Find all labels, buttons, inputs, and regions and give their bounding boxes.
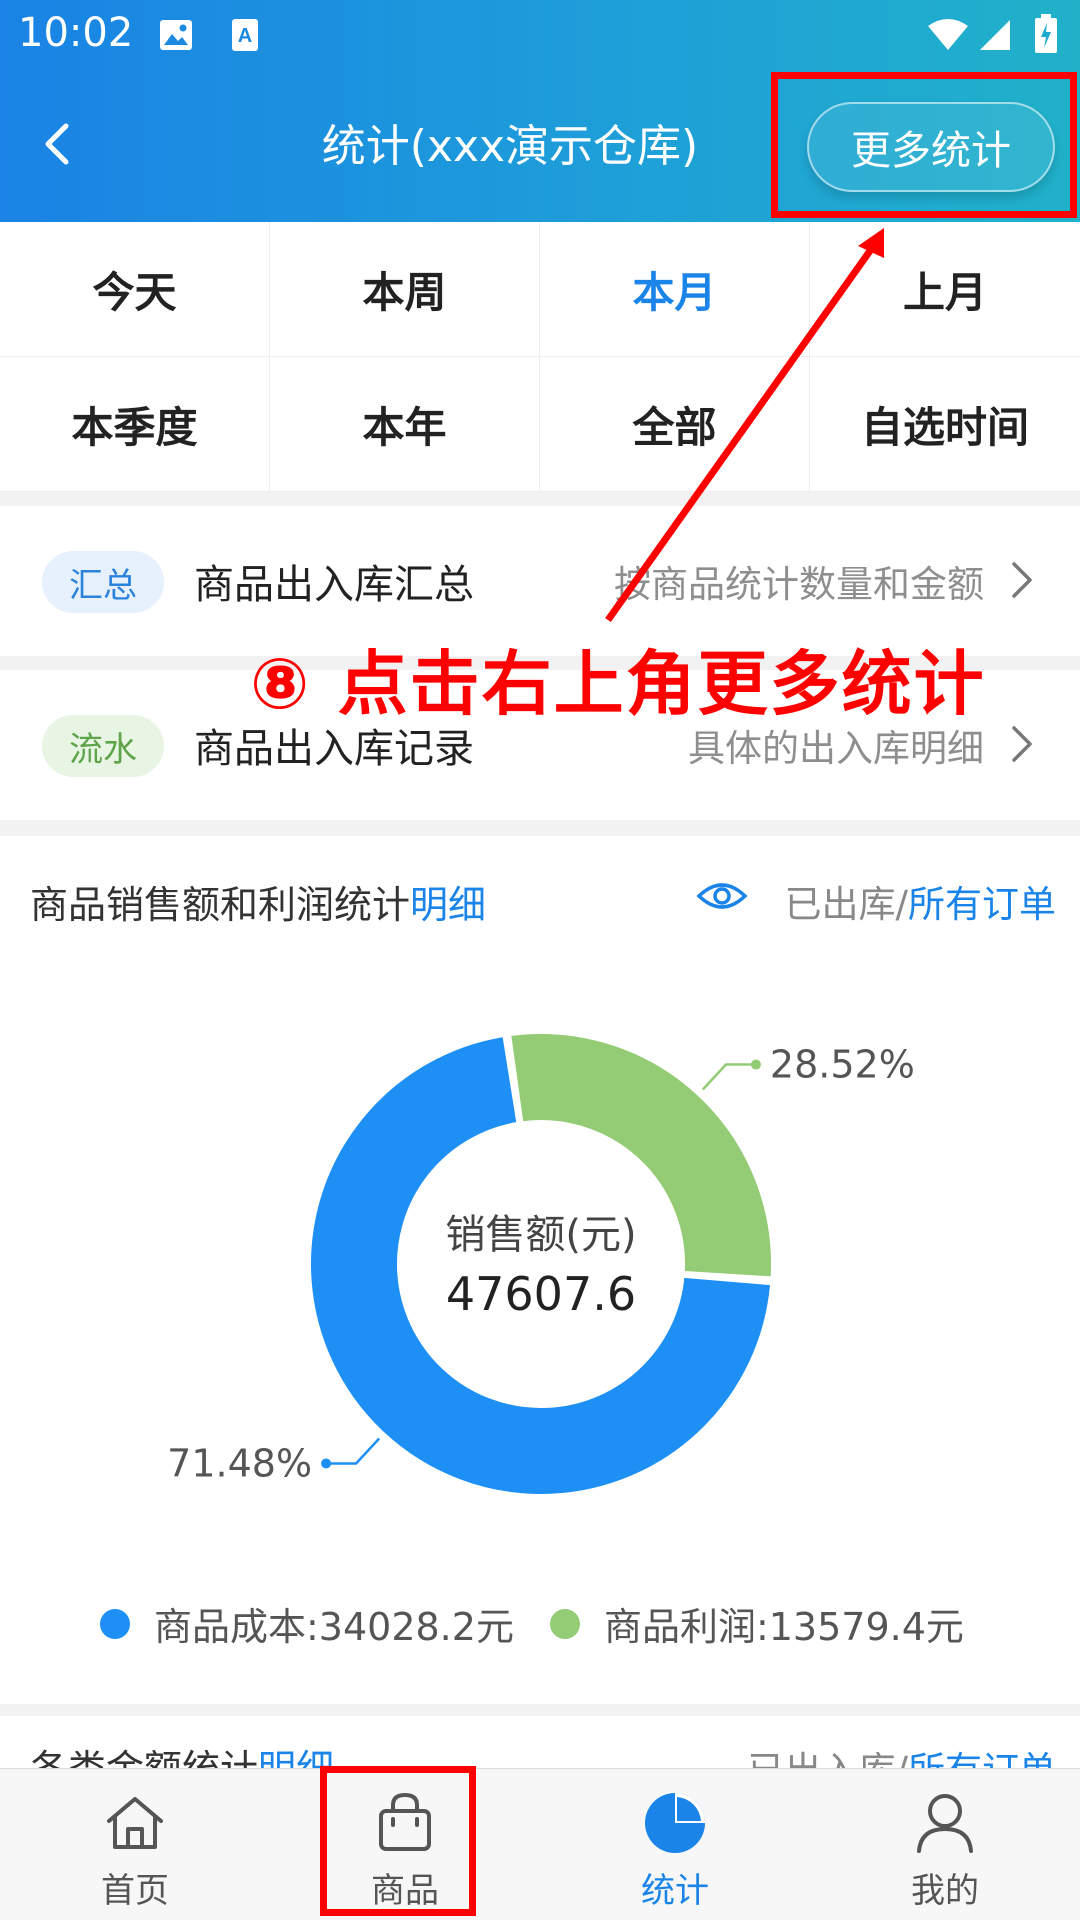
status-time: 10:02 — [18, 10, 134, 56]
leader-dot-profit — [750, 1059, 761, 1070]
annotation-box-more — [771, 72, 1077, 218]
home-icon — [107, 1797, 163, 1849]
status-bar: 10:02 A — [0, 0, 1080, 72]
bottom-tab-bar: 首页 商品 统计 我的 — [0, 1768, 1080, 1920]
legend-item-profit: 商品利润:13579.4元 — [549, 1596, 964, 1651]
filter-today[interactable]: 今天 — [0, 222, 270, 357]
image-notification-icon — [160, 20, 192, 50]
wifi-icon — [928, 19, 968, 50]
leader-line-cost — [326, 1437, 381, 1465]
svg-text:A: A — [238, 25, 252, 47]
filter-this-quarter[interactable]: 本季度 — [0, 357, 270, 492]
center-label: 销售额(元) — [445, 1212, 636, 1258]
pie-chart-icon — [645, 1793, 705, 1853]
center-value: 47607.6 — [446, 1267, 636, 1321]
label-profit-percent: 28.52% — [770, 1043, 915, 1087]
signal-icon — [980, 20, 1010, 50]
page-title: 统计(xxx演示仓库) — [321, 121, 699, 172]
records-tag: 流水 — [42, 715, 164, 777]
chevron-right-icon — [1012, 726, 1032, 762]
legend-label-cost: 商品成本:34028.2元 — [154, 1605, 514, 1649]
chart-legend: 商品成本:34028.2元 商品利润:13579.4元 — [100, 1596, 1000, 1651]
entry-name: 商品出入库汇总 — [194, 562, 474, 608]
donut-chart: 销售额(元) 47607.6 28.52% 71.48% — [167, 1030, 915, 1498]
entry-desc: 按商品统计数量和金额 — [614, 563, 984, 606]
summary-tag: 汇总 — [42, 551, 164, 613]
filter-this-month[interactable]: 本月 — [540, 222, 810, 357]
legend-item-cost: 商品成本:34028.2元 — [100, 1596, 514, 1651]
legend-dot-cost — [100, 1608, 130, 1639]
tab-home[interactable]: 首页 — [0, 1769, 270, 1920]
filter-this-year[interactable]: 本年 — [270, 357, 540, 492]
annotation-text: ⑧ 点击右上角更多统计 — [250, 643, 986, 725]
filter-custom-time[interactable]: 自选时间 — [810, 357, 1080, 492]
label-cost-percent: 71.48% — [167, 1441, 312, 1485]
tab-mine[interactable]: 我的 — [810, 1769, 1080, 1920]
tab-home-label: 首页 — [101, 1871, 169, 1911]
legend-label-profit: 商品利润:13579.4元 — [603, 1605, 964, 1649]
tab-statistics[interactable]: 统计 — [540, 1769, 810, 1920]
filter-this-week[interactable]: 本周 — [270, 222, 540, 357]
filter-all[interactable]: 全部 — [540, 357, 810, 492]
chevron-right-icon — [1012, 562, 1032, 598]
sales-profit-card: 商品销售额和利润统计明细 已出库/所有订单 销售额(元) 47607.6 28.… — [0, 836, 1080, 1704]
leader-line-profit — [701, 1063, 756, 1091]
legend-dot-profit — [549, 1608, 580, 1639]
tab-mine-label: 我的 — [911, 1871, 979, 1911]
user-icon — [917, 1794, 973, 1853]
back-arrow-icon[interactable] — [30, 114, 90, 174]
battery-icon — [1035, 14, 1057, 53]
leader-dot-cost — [321, 1458, 332, 1469]
tab-statistics-label: 统计 — [641, 1871, 709, 1911]
annotation-box-products — [320, 1766, 476, 1916]
filter-last-month[interactable]: 上月 — [810, 222, 1080, 357]
screen: 10:02 A 统计(xxx演示仓库) 更多统计 今天 本周 本月 上月 本季度… — [0, 0, 1080, 1920]
time-filter-grid: 今天 本周 本月 上月 本季度 本年 全部 自选时间 — [0, 222, 1080, 492]
text-notification-icon: A — [232, 19, 258, 51]
